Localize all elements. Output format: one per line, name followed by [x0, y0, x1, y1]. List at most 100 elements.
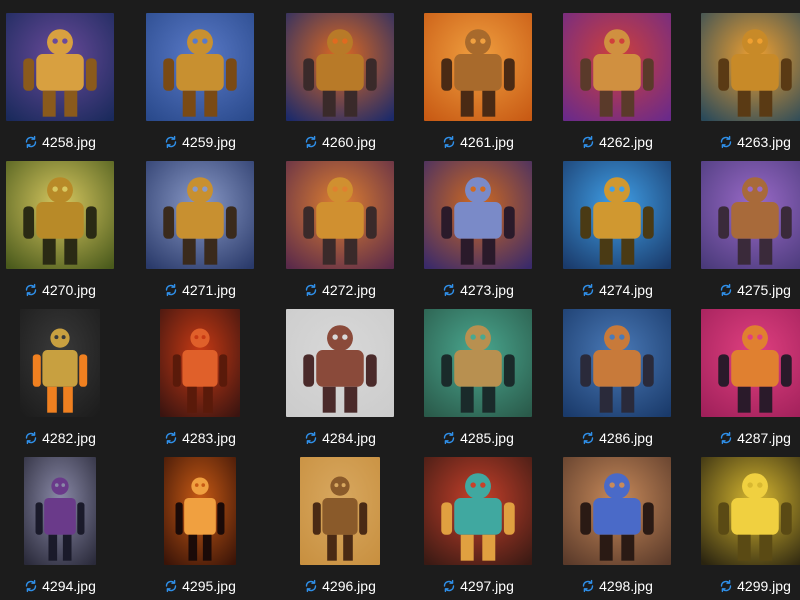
- file-label[interactable]: 4298.jpg: [552, 576, 682, 596]
- file-name: 4272.jpg: [322, 282, 376, 298]
- thumbnail-image[interactable]: [563, 309, 671, 417]
- file-name: 4298.jpg: [599, 578, 653, 594]
- thumbnail-wrapper: [690, 8, 800, 126]
- thumbnail-wrapper: [413, 8, 543, 126]
- file-tile[interactable]: 4299.jpg: [690, 452, 800, 600]
- sync-icon: [442, 579, 456, 593]
- file-name: 4271.jpg: [182, 282, 236, 298]
- sync-icon: [719, 135, 733, 149]
- file-name: 4259.jpg: [182, 134, 236, 150]
- file-tile[interactable]: 4272.jpg: [275, 156, 405, 304]
- file-label[interactable]: 4259.jpg: [135, 132, 265, 152]
- file-tile[interactable]: 4259.jpg: [135, 8, 265, 156]
- file-tile[interactable]: 4294.jpg: [0, 452, 125, 600]
- file-tile[interactable]: 4263.jpg: [690, 8, 800, 156]
- file-label[interactable]: 4271.jpg: [135, 280, 265, 300]
- file-name: 4286.jpg: [599, 430, 653, 446]
- file-label[interactable]: 4258.jpg: [0, 132, 125, 152]
- file-name: 4285.jpg: [460, 430, 514, 446]
- thumbnail-image[interactable]: [6, 13, 114, 121]
- file-tile[interactable]: 4273.jpg: [413, 156, 543, 304]
- file-name: 4299.jpg: [737, 578, 791, 594]
- file-label[interactable]: 4297.jpg: [413, 576, 543, 596]
- file-label[interactable]: 4274.jpg: [552, 280, 682, 300]
- file-tile[interactable]: 4298.jpg: [552, 452, 682, 600]
- file-label[interactable]: 4284.jpg: [275, 428, 405, 448]
- thumbnail-image[interactable]: [146, 13, 254, 121]
- file-label[interactable]: 4270.jpg: [0, 280, 125, 300]
- thumbnail-image[interactable]: [701, 309, 800, 417]
- thumbnail-image[interactable]: [424, 13, 532, 121]
- file-label[interactable]: 4275.jpg: [690, 280, 800, 300]
- file-tile[interactable]: 4260.jpg: [275, 8, 405, 156]
- file-label[interactable]: 4285.jpg: [413, 428, 543, 448]
- file-label[interactable]: 4261.jpg: [413, 132, 543, 152]
- thumbnail-image[interactable]: [424, 457, 532, 565]
- sync-icon: [24, 283, 38, 297]
- file-name: 4287.jpg: [737, 430, 791, 446]
- thumbnail-image[interactable]: [424, 309, 532, 417]
- thumbnail-image[interactable]: [160, 309, 240, 417]
- file-name: 4263.jpg: [737, 134, 791, 150]
- file-label[interactable]: 4294.jpg: [0, 576, 125, 596]
- thumbnail-wrapper: [0, 8, 125, 126]
- thumbnail-image[interactable]: [286, 309, 394, 417]
- file-name: 4273.jpg: [460, 282, 514, 298]
- file-tile[interactable]: 4297.jpg: [413, 452, 543, 600]
- file-tile[interactable]: 4282.jpg: [0, 304, 125, 452]
- file-tile[interactable]: 4262.jpg: [552, 8, 682, 156]
- file-tile[interactable]: 4295.jpg: [135, 452, 265, 600]
- file-name: 4284.jpg: [322, 430, 376, 446]
- thumbnail-image[interactable]: [701, 161, 800, 269]
- file-label[interactable]: 4287.jpg: [690, 428, 800, 448]
- sync-icon: [442, 283, 456, 297]
- file-tile[interactable]: 4296.jpg: [275, 452, 405, 600]
- thumbnail-image[interactable]: [24, 457, 96, 565]
- file-grid: 4258.jpg 4259.jpg 4260.jpg 4261.jpg 4262…: [0, 0, 800, 600]
- file-label[interactable]: 4260.jpg: [275, 132, 405, 152]
- thumbnail-image[interactable]: [6, 161, 114, 269]
- thumbnail-wrapper: [552, 304, 682, 422]
- thumbnail-image[interactable]: [164, 457, 236, 565]
- thumbnail-wrapper: [0, 156, 125, 274]
- thumbnail-image[interactable]: [563, 161, 671, 269]
- file-tile[interactable]: 4284.jpg: [275, 304, 405, 452]
- thumbnail-wrapper: [135, 304, 265, 422]
- file-name: 4262.jpg: [599, 134, 653, 150]
- thumbnail-wrapper: [552, 156, 682, 274]
- file-name: 4261.jpg: [460, 134, 514, 150]
- file-label[interactable]: 4272.jpg: [275, 280, 405, 300]
- file-tile[interactable]: 4270.jpg: [0, 156, 125, 304]
- thumbnail-image[interactable]: [286, 13, 394, 121]
- file-label[interactable]: 4282.jpg: [0, 428, 125, 448]
- thumbnail-image[interactable]: [424, 161, 532, 269]
- file-label[interactable]: 4286.jpg: [552, 428, 682, 448]
- file-tile[interactable]: 4274.jpg: [552, 156, 682, 304]
- file-tile[interactable]: 4286.jpg: [552, 304, 682, 452]
- thumbnail-image[interactable]: [563, 13, 671, 121]
- file-tile[interactable]: 4275.jpg: [690, 156, 800, 304]
- file-label[interactable]: 4273.jpg: [413, 280, 543, 300]
- thumbnail-image[interactable]: [701, 13, 800, 121]
- file-label[interactable]: 4299.jpg: [690, 576, 800, 596]
- file-label[interactable]: 4283.jpg: [135, 428, 265, 448]
- thumbnail-wrapper: [690, 156, 800, 274]
- file-tile[interactable]: 4285.jpg: [413, 304, 543, 452]
- file-tile[interactable]: 4283.jpg: [135, 304, 265, 452]
- file-tile[interactable]: 4261.jpg: [413, 8, 543, 156]
- thumbnail-image[interactable]: [300, 457, 380, 565]
- file-label[interactable]: 4295.jpg: [135, 576, 265, 596]
- thumbnail-image[interactable]: [701, 457, 800, 565]
- thumbnail-wrapper: [135, 452, 265, 570]
- thumbnail-image[interactable]: [286, 161, 394, 269]
- file-tile[interactable]: 4287.jpg: [690, 304, 800, 452]
- thumbnail-image[interactable]: [20, 309, 100, 417]
- file-tile[interactable]: 4271.jpg: [135, 156, 265, 304]
- thumbnail-wrapper: [413, 304, 543, 422]
- file-label[interactable]: 4296.jpg: [275, 576, 405, 596]
- file-label[interactable]: 4263.jpg: [690, 132, 800, 152]
- thumbnail-image[interactable]: [563, 457, 671, 565]
- thumbnail-image[interactable]: [146, 161, 254, 269]
- file-label[interactable]: 4262.jpg: [552, 132, 682, 152]
- file-tile[interactable]: 4258.jpg: [0, 8, 125, 156]
